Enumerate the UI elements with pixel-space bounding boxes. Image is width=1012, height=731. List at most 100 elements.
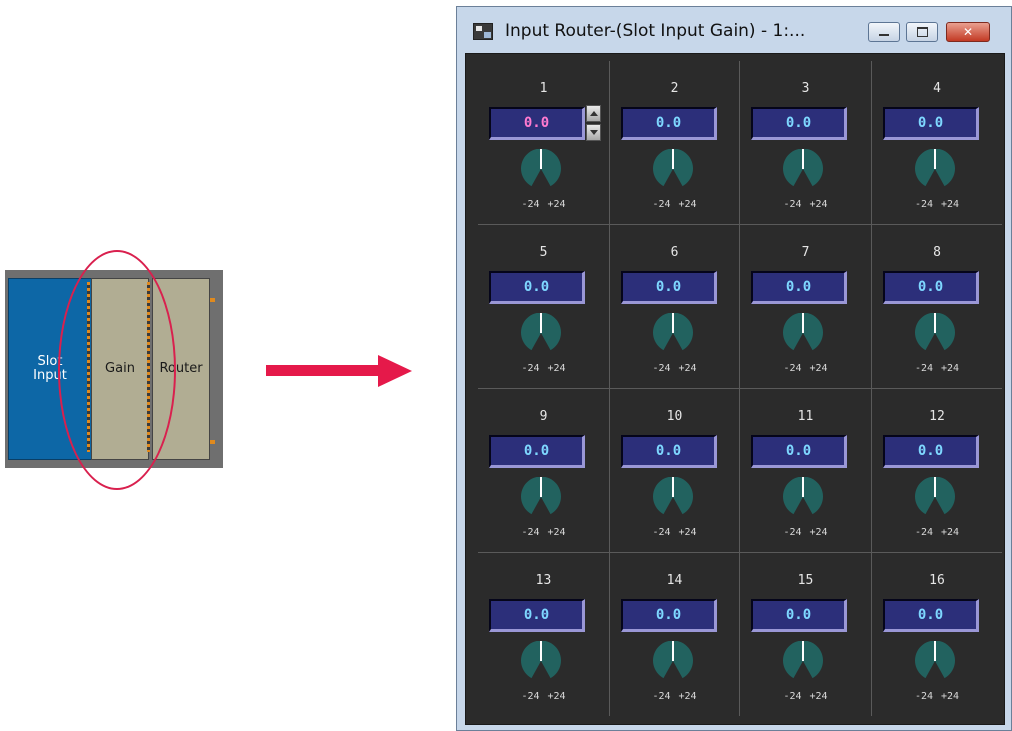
knob-min-label: -24: [783, 527, 802, 538]
knob-max-label: +24: [678, 691, 697, 702]
gain-knob[interactable]: [780, 477, 826, 517]
gain-knob[interactable]: [518, 149, 564, 189]
gain-value-field[interactable]: 0.0: [489, 107, 585, 140]
channel-cell: 13 0.0 -24 +24: [478, 553, 610, 716]
gain-value-field[interactable]: 0.0: [621, 599, 717, 632]
knob-min-label: -24: [521, 527, 540, 538]
knob-range-labels: -24 +24: [740, 363, 871, 374]
gain-value-field[interactable]: 0.0: [751, 107, 847, 140]
channel-number: 12: [929, 409, 945, 424]
knob-min-label: -24: [521, 199, 540, 210]
knob-range-labels: -24 +24: [478, 199, 609, 210]
knob-max-label: +24: [941, 199, 960, 210]
channel-cell: 12 0.0 -24 +24: [872, 389, 1002, 553]
channel-cell: 3 0.0 -24 +24: [740, 61, 872, 225]
gain-value-field[interactable]: 0.0: [751, 271, 847, 304]
knob-range-labels: -24 +24: [740, 691, 871, 702]
gain-value-field[interactable]: 0.0: [883, 599, 979, 632]
minimize-icon: [879, 34, 889, 36]
knob-max-label: +24: [547, 199, 566, 210]
knob-min-label: -24: [521, 691, 540, 702]
channel-cell: 7 0.0 -24 +24: [740, 225, 872, 389]
knob-range-labels: -24 +24: [610, 527, 739, 538]
gain-value-field[interactable]: 0.0: [883, 271, 979, 304]
channel-number: 1: [539, 81, 548, 96]
gain-value-field[interactable]: 0.0: [489, 599, 585, 632]
channel-cell: 2 0.0 -24 +24: [610, 61, 740, 225]
channel-cell: 9 0.0 -24 +24: [478, 389, 610, 553]
maximize-button[interactable]: [906, 22, 938, 42]
arrow-up-icon: [589, 111, 598, 116]
channel-number: 8: [933, 245, 941, 260]
gain-knob[interactable]: [780, 149, 826, 189]
gain-knob[interactable]: [518, 477, 564, 517]
maximize-icon: [916, 27, 928, 37]
knob-range-labels: -24 +24: [872, 691, 1002, 702]
knob-max-label: +24: [941, 527, 960, 538]
arrow-right-icon: [378, 355, 412, 387]
channel-number: 6: [670, 245, 679, 260]
knob-max-label: +24: [809, 363, 828, 374]
channel-cell: 11 0.0 -24 +24: [740, 389, 872, 553]
gain-knob[interactable]: [650, 641, 696, 681]
gain-knob[interactable]: [650, 149, 696, 189]
gain-knob[interactable]: [780, 313, 826, 353]
knob-range-labels: -24 +24: [872, 363, 1002, 374]
gain-knob[interactable]: [518, 641, 564, 681]
spin-up-button[interactable]: [586, 105, 601, 122]
close-button[interactable]: ✕: [946, 22, 990, 42]
knob-range-labels: -24 +24: [610, 199, 739, 210]
gain-knob[interactable]: [780, 641, 826, 681]
gain-value-field[interactable]: 0.0: [621, 107, 717, 140]
minimize-button[interactable]: [868, 22, 900, 42]
gain-value-field[interactable]: 0.0: [621, 271, 717, 304]
gain-value-field[interactable]: 0.0: [621, 435, 717, 468]
knob-max-label: +24: [547, 363, 566, 374]
knob-range-labels: -24 +24: [610, 363, 739, 374]
gain-value-field[interactable]: 0.0: [883, 107, 979, 140]
gain-spinner[interactable]: [586, 105, 601, 142]
knob-min-label: -24: [914, 691, 933, 702]
close-icon: ✕: [962, 25, 974, 39]
channel-cell: 6 0.0 -24 +24: [610, 225, 740, 389]
knob-range-labels: -24 +24: [610, 691, 739, 702]
gain-knob[interactable]: [650, 313, 696, 353]
channel-number: 16: [929, 573, 945, 588]
gain-knob[interactable]: [912, 149, 958, 189]
gain-knob[interactable]: [912, 641, 958, 681]
spin-down-button[interactable]: [586, 124, 601, 141]
knob-range-labels: -24 +24: [478, 527, 609, 538]
channel-number: 13: [535, 573, 552, 588]
gain-value-field[interactable]: 0.0: [489, 271, 585, 304]
app-icon: [473, 23, 493, 40]
channel-number: 11: [797, 409, 814, 424]
title-bar[interactable]: Input Router-(Slot Input Gain) - 1:... ✕: [457, 7, 1012, 53]
gain-highlight-ellipse: [58, 250, 176, 490]
gain-value-field[interactable]: 0.0: [751, 435, 847, 468]
gain-value-field[interactable]: 0.0: [751, 599, 847, 632]
knob-range-labels: -24 +24: [478, 691, 609, 702]
knob-min-label: -24: [652, 527, 671, 538]
knob-max-label: +24: [547, 527, 566, 538]
gain-knob[interactable]: [518, 313, 564, 353]
knob-max-label: +24: [678, 363, 697, 374]
gain-knob[interactable]: [650, 477, 696, 517]
channel-cell: 8 0.0 -24 +24: [872, 225, 1002, 389]
knob-min-label: -24: [914, 199, 933, 210]
knob-range-labels: -24 +24: [740, 527, 871, 538]
gain-value-field[interactable]: 0.0: [489, 435, 585, 468]
knob-min-label: -24: [783, 691, 802, 702]
editor-area: 1 0.0 -24 +24 2 0.0 -24 +24 3 0.0 -24 +24 4 0.0 -24 +24…: [465, 53, 1005, 725]
knob-range-labels: -24 +24: [740, 199, 871, 210]
knob-min-label: -24: [652, 691, 671, 702]
channel-cell: 16 0.0 -24 +24: [872, 553, 1002, 716]
knob-max-label: +24: [809, 691, 828, 702]
channel-number: 10: [666, 409, 683, 424]
channel-number: 3: [801, 81, 810, 96]
gain-knob[interactable]: [912, 313, 958, 353]
gain-knob[interactable]: [912, 477, 958, 517]
knob-max-label: +24: [678, 199, 697, 210]
channel-cell: 5 0.0 -24 +24: [478, 225, 610, 389]
gain-value-field[interactable]: 0.0: [883, 435, 979, 468]
knob-max-label: +24: [547, 691, 566, 702]
